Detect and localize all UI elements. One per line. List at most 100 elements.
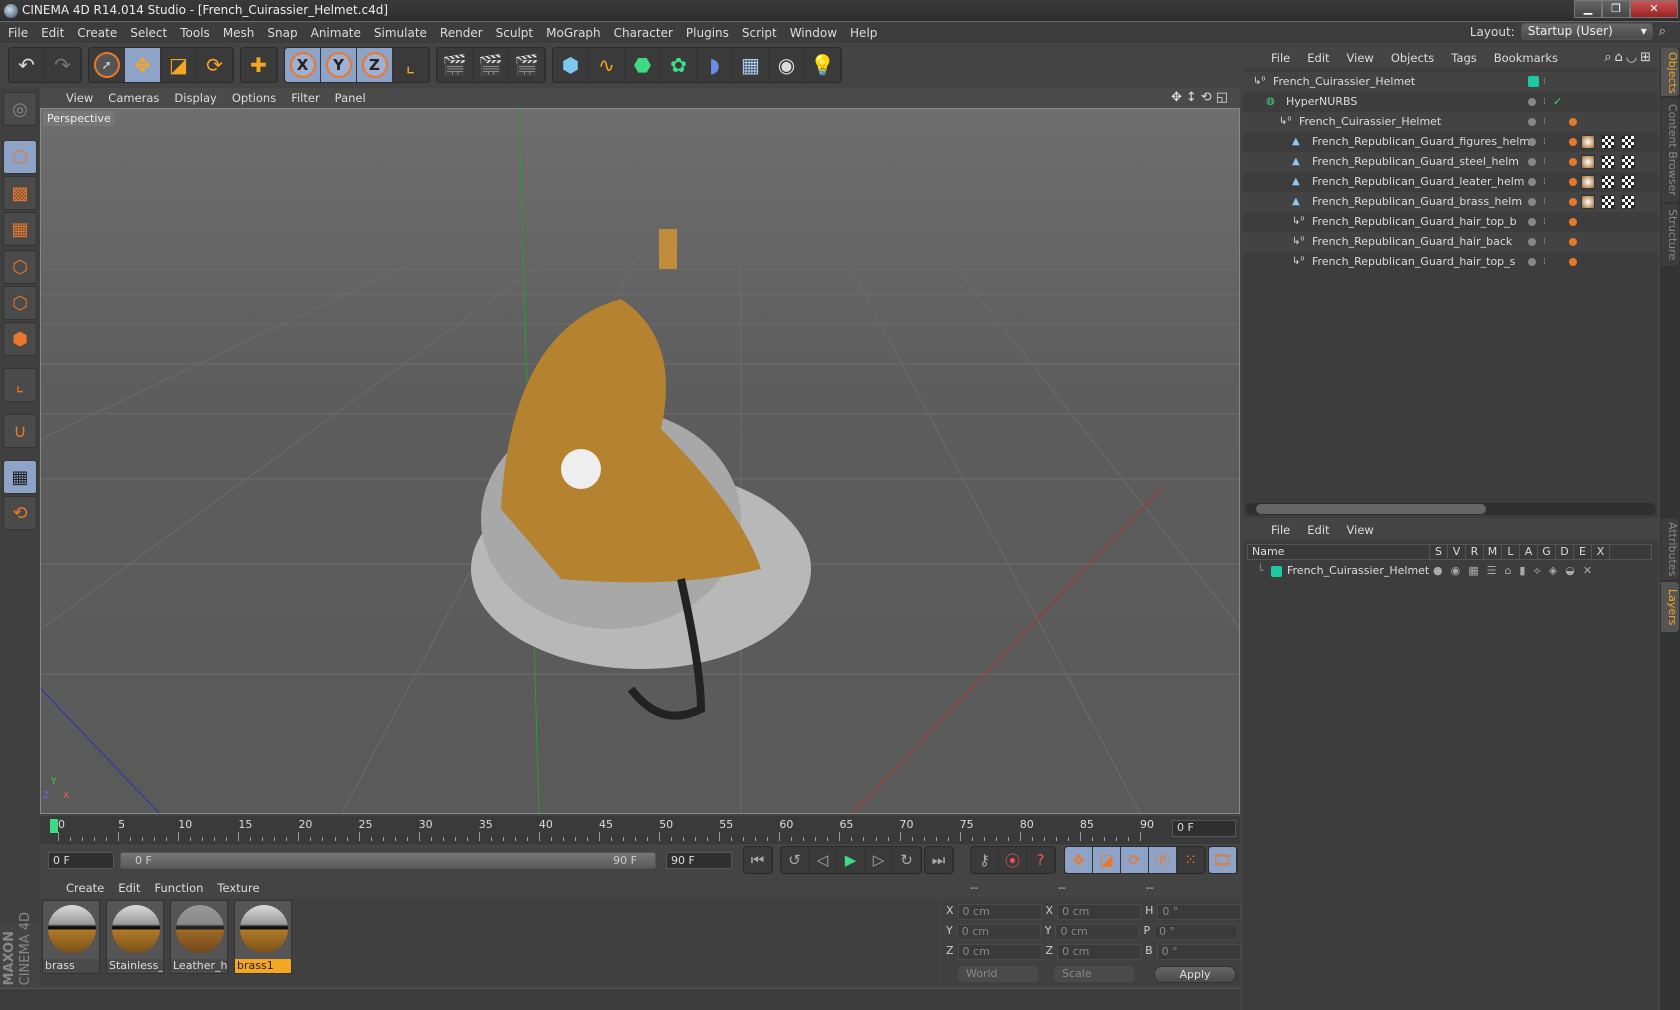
layer-column-a[interactable]: A xyxy=(1520,545,1538,559)
minimize-button[interactable]: ▁ xyxy=(1574,0,1602,18)
autokey-icon[interactable]: ⚷ xyxy=(971,847,999,873)
viewport-menu-filter[interactable]: Filter xyxy=(291,91,319,105)
display-tag-icon[interactable] xyxy=(1569,178,1577,186)
maximize-view-icon[interactable]: ◱ xyxy=(1216,90,1232,105)
eye-icon[interactable]: ◡ xyxy=(1626,50,1640,65)
timeline-window-icon[interactable]: 🎞 xyxy=(1209,847,1237,873)
material-tag-icon[interactable] xyxy=(1581,175,1595,189)
go-to-end-button[interactable]: ⏭ xyxy=(925,847,953,873)
menu-snap[interactable]: Snap xyxy=(267,26,297,40)
layer-color-indicator[interactable] xyxy=(1528,76,1539,87)
editor-render-visibility-icon[interactable]: ⁞ xyxy=(1543,72,1546,92)
display-tag-icon[interactable] xyxy=(1569,118,1577,126)
visibility-dot[interactable] xyxy=(1528,98,1536,106)
menu-simulate[interactable]: Simulate xyxy=(374,26,427,40)
material-tag-icon[interactable] xyxy=(1581,155,1595,169)
material-swatch[interactable]: Leather_hlr xyxy=(170,900,228,974)
editor-render-visibility-icon[interactable]: ⁞ xyxy=(1543,172,1546,192)
enabled-check-icon[interactable]: ✓ xyxy=(1553,92,1562,112)
menu-render[interactable]: Render xyxy=(440,26,483,40)
object-row[interactable]: ▲ French_Republican_Guard_steel_helm ⁞ xyxy=(1243,152,1658,172)
layer-column-name[interactable]: Name xyxy=(1248,545,1430,559)
scale-icon[interactable]: ◪ xyxy=(161,48,197,82)
layer-column-e[interactable]: E xyxy=(1574,545,1592,559)
key-move-icon[interactable]: ✥ xyxy=(1065,847,1093,873)
visibility-dot[interactable] xyxy=(1528,138,1536,146)
position-y-field[interactable]: 0 cm xyxy=(956,924,1041,940)
coordinate-mode-dropdown[interactable]: World xyxy=(958,966,1038,982)
menu-sculpt[interactable]: Sculpt xyxy=(496,26,533,40)
texture-mode-icon[interactable]: ▩ xyxy=(3,176,37,210)
orbit-icon[interactable]: ⟲ xyxy=(1201,90,1216,105)
render-picture-viewer-icon[interactable]: 🎬 xyxy=(473,48,509,82)
editor-render-visibility-icon[interactable]: ⁞ xyxy=(1543,132,1546,152)
editor-render-visibility-icon[interactable]: ⁞ xyxy=(1543,92,1546,112)
home-icon[interactable]: ⌂ xyxy=(1614,50,1625,65)
object-row[interactable]: ◍ HyperNURBS ⁞ ✓ xyxy=(1243,92,1658,112)
playhead[interactable] xyxy=(50,819,58,833)
array-icon[interactable]: ✿ xyxy=(661,48,697,82)
object-row[interactable]: ↳⁰ French_Cuirassier_Helmet ⁞ xyxy=(1243,72,1658,92)
live-selection-icon[interactable]: ➚ xyxy=(89,48,125,82)
object-row[interactable]: ▲ French_Republican_Guard_leater_helm ⁞ xyxy=(1243,172,1658,192)
editor-render-visibility-icon[interactable]: ⁞ xyxy=(1543,192,1546,212)
uvw-tag-icon[interactable] xyxy=(1621,155,1635,169)
size-y-field[interactable]: 0 cm xyxy=(1055,924,1140,940)
key-scale-icon[interactable]: ◪ xyxy=(1093,847,1121,873)
display-tag-icon[interactable] xyxy=(1569,198,1577,206)
layer-menu-edit[interactable]: Edit xyxy=(1307,523,1329,537)
display-tag-icon[interactable] xyxy=(1569,138,1577,146)
menu-help[interactable]: Help xyxy=(850,26,877,40)
layer-row[interactable]: └ French_Cuirassier_Helmet ●◉▦☰⌂▮⟡◈◒✕ xyxy=(1247,562,1652,580)
pan-icon[interactable]: ✥ xyxy=(1171,90,1186,105)
layer-column-g[interactable]: G xyxy=(1538,545,1556,559)
layer-menu-view[interactable]: View xyxy=(1347,523,1374,537)
rotation-p-field[interactable]: 0 ° xyxy=(1154,924,1239,940)
obj-menu-objects[interactable]: Objects xyxy=(1391,51,1434,65)
object-row[interactable]: ▲ French_Republican_Guard_figures_helm ⁞ xyxy=(1243,132,1658,152)
obj-menu-file[interactable]: File xyxy=(1271,51,1290,65)
make-editable-icon[interactable]: ◎ xyxy=(3,92,37,126)
menu-create[interactable]: Create xyxy=(77,26,117,40)
key-pla-icon[interactable]: ⁙ xyxy=(1177,847,1205,873)
zoom-icon[interactable]: ↕ xyxy=(1186,90,1201,105)
start-frame-field[interactable]: 0 F xyxy=(48,852,114,869)
obj-menu-edit[interactable]: Edit xyxy=(1307,51,1329,65)
obj-menu-tags[interactable]: Tags xyxy=(1451,51,1476,65)
material-swatch[interactable]: Stainless_S xyxy=(106,900,164,974)
display-tag-icon[interactable] xyxy=(1569,158,1577,166)
workplane-mode-icon[interactable]: ▦ xyxy=(3,212,37,246)
redo-icon[interactable]: ↷ xyxy=(45,48,81,82)
object-row[interactable]: ↳⁰ French_Cuirassier_Helmet ⁞ xyxy=(1243,112,1658,132)
material-menu-create[interactable]: Create xyxy=(66,881,104,895)
visibility-dot[interactable] xyxy=(1528,258,1536,266)
display-tag-icon[interactable] xyxy=(1569,238,1577,246)
floor-icon[interactable]: ▦ xyxy=(733,48,769,82)
uvw-tag-icon[interactable] xyxy=(1621,195,1635,209)
visibility-dot[interactable] xyxy=(1528,218,1536,226)
editor-render-visibility-icon[interactable]: ⁞ xyxy=(1543,252,1546,272)
render-settings-icon[interactable]: 🎬 xyxy=(509,48,545,82)
new-view-icon[interactable]: ⊞ xyxy=(1640,50,1654,65)
go-to-start-button[interactable]: ⏮ xyxy=(744,847,772,873)
uvw-tag-icon[interactable] xyxy=(1621,175,1635,189)
visibility-dot[interactable] xyxy=(1528,238,1536,246)
layer-column-d[interactable]: D xyxy=(1556,545,1574,559)
layer-color-swatch[interactable] xyxy=(1271,566,1282,577)
layer-column-v[interactable]: V xyxy=(1448,545,1466,559)
layer-flags-icons[interactable]: ●◉▦☰⌂▮⟡◈◒✕ xyxy=(1433,562,1600,580)
rotation-h-field[interactable]: 0 ° xyxy=(1157,904,1242,920)
nurbs-icon[interactable]: ⬣ xyxy=(625,48,661,82)
uvw-tag-icon[interactable] xyxy=(1601,175,1615,189)
uvw-tag-icon[interactable] xyxy=(1601,195,1615,209)
display-tag-icon[interactable] xyxy=(1569,218,1577,226)
menu-script[interactable]: Script xyxy=(742,26,777,40)
material-menu-function[interactable]: Function xyxy=(155,881,204,895)
record-icon[interactable]: ⦿ xyxy=(999,847,1027,873)
points-mode-icon[interactable]: ⬡ xyxy=(3,250,37,284)
menu-tools[interactable]: Tools xyxy=(180,26,210,40)
workplane-sync-icon[interactable]: ⟲ xyxy=(3,496,37,530)
tab-structure[interactable]: Structure xyxy=(1661,204,1679,266)
camera-icon[interactable]: ◉ xyxy=(769,48,805,82)
menu-character[interactable]: Character xyxy=(614,26,673,40)
